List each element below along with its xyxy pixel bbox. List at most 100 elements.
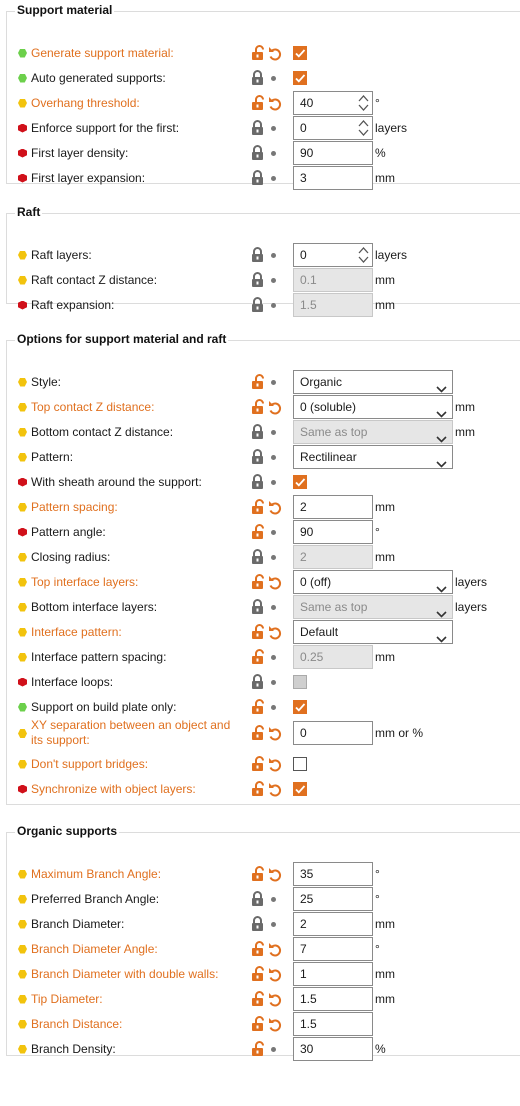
lock-closed-icon[interactable] — [251, 548, 264, 568]
lock-closed-icon[interactable] — [251, 119, 264, 139]
setting-icons — [251, 169, 287, 189]
lock-open-icon[interactable] — [251, 373, 264, 393]
setting-icons — [251, 573, 287, 593]
green-mode-icon — [18, 48, 27, 58]
lock-closed-icon[interactable] — [251, 246, 264, 266]
lock-open-icon[interactable] — [251, 648, 264, 668]
lock-closed-icon[interactable] — [251, 915, 264, 935]
setting-input: 2 — [293, 544, 373, 569]
undo-arrow-icon[interactable] — [268, 756, 282, 775]
lock-open-icon[interactable] — [251, 755, 264, 775]
setting-input[interactable]: 30 — [293, 1036, 373, 1061]
lock-open-icon[interactable] — [251, 865, 264, 885]
unit-label: mm — [455, 424, 475, 439]
setting-input[interactable]: 90 — [293, 519, 373, 544]
setting-input[interactable]: 0 — [293, 115, 373, 140]
lock-open-icon[interactable] — [251, 573, 264, 593]
lock-closed-icon[interactable] — [251, 598, 264, 618]
spin-arrows-icon[interactable] — [358, 94, 369, 112]
lock-closed-icon[interactable] — [251, 169, 264, 189]
undo-arrow-icon[interactable] — [268, 866, 282, 885]
setting-input[interactable]: 0 — [293, 721, 373, 745]
setting-row-branch-density: Branch Density: 30% — [7, 1036, 520, 1061]
lock-closed-icon[interactable] — [251, 673, 264, 693]
lock-open-icon[interactable] — [251, 1015, 264, 1035]
spin-arrows-icon[interactable] — [358, 119, 369, 137]
lock-open-icon[interactable] — [251, 398, 264, 418]
setting-input[interactable]: 7 — [293, 936, 373, 961]
setting-row-interface-loops: Interface loops: — [7, 669, 520, 694]
lock-open-icon[interactable] — [251, 940, 264, 960]
undo-arrow-icon[interactable] — [268, 399, 282, 418]
dropdown-value: 0 (off) — [300, 574, 332, 589]
lock-open-icon[interactable] — [251, 94, 264, 114]
unit-label: mm — [375, 991, 395, 1006]
setting-dropdown[interactable]: Organic — [293, 369, 453, 394]
yellow-mode-icon — [18, 994, 27, 1004]
undo-arrow-icon[interactable] — [268, 966, 282, 985]
lock-open-icon[interactable] — [251, 698, 264, 718]
lock-open-icon[interactable] — [251, 1040, 264, 1060]
dropdown-value: Same as top — [300, 599, 368, 614]
setting-dropdown[interactable]: 0 (soluble) — [293, 394, 453, 419]
lock-closed-icon[interactable] — [251, 448, 264, 468]
undo-arrow-icon[interactable] — [268, 991, 282, 1010]
lock-open-icon[interactable] — [251, 990, 264, 1010]
lock-open-icon[interactable] — [251, 44, 264, 64]
bullet-icon — [271, 429, 276, 435]
lock-open-icon[interactable] — [251, 965, 264, 985]
setting-dropdown: Same as top — [293, 594, 453, 619]
bullet-icon — [271, 252, 276, 258]
setting-input[interactable]: 1.5 — [293, 1011, 373, 1036]
lock-closed-icon[interactable] — [251, 144, 264, 164]
undo-arrow-icon[interactable] — [268, 499, 282, 518]
undo-arrow-icon[interactable] — [268, 624, 282, 643]
setting-input[interactable]: 1 — [293, 961, 373, 986]
setting-checkbox[interactable] — [293, 474, 307, 489]
setting-checkbox[interactable] — [293, 756, 307, 771]
red-mode-icon — [18, 784, 27, 794]
undo-arrow-icon[interactable] — [268, 781, 282, 800]
setting-label: Branch Diameter Angle: — [31, 941, 158, 956]
undo-arrow-icon[interactable] — [268, 941, 282, 960]
setting-input[interactable]: 2 — [293, 494, 373, 519]
setting-dropdown[interactable]: Default — [293, 619, 453, 644]
setting-checkbox[interactable] — [293, 70, 307, 85]
lock-closed-icon[interactable] — [251, 271, 264, 291]
undo-arrow-icon[interactable] — [268, 45, 282, 64]
setting-input[interactable]: 2 — [293, 911, 373, 936]
setting-input[interactable]: 25 — [293, 886, 373, 911]
setting-dropdown[interactable]: 0 (off) — [293, 569, 453, 594]
setting-row-tip-diameter: Tip Diameter: 1.5 mm — [7, 986, 520, 1011]
yellow-mode-icon — [18, 502, 27, 512]
lock-closed-icon[interactable] — [251, 296, 264, 316]
setting-input[interactable]: 1.5 — [293, 986, 373, 1011]
lock-open-icon[interactable] — [251, 780, 264, 800]
lock-open-icon[interactable] — [251, 725, 264, 744]
red-mode-icon — [18, 173, 27, 183]
unit-label: ° — [375, 941, 380, 956]
setting-input[interactable]: 40 — [293, 90, 373, 115]
lock-closed-icon[interactable] — [251, 473, 264, 493]
lock-closed-icon[interactable] — [251, 890, 264, 910]
lock-open-icon[interactable] — [251, 623, 264, 643]
setting-input[interactable]: 35 — [293, 861, 373, 886]
setting-checkbox[interactable] — [293, 781, 307, 796]
setting-checkbox[interactable] — [293, 45, 307, 60]
yellow-mode-icon — [18, 602, 27, 612]
undo-arrow-icon[interactable] — [268, 95, 282, 114]
unit-label: mm — [375, 499, 395, 514]
lock-open-icon[interactable] — [251, 498, 264, 518]
lock-closed-icon[interactable] — [251, 423, 264, 443]
lock-closed-icon[interactable] — [251, 69, 264, 89]
undo-arrow-icon[interactable] — [268, 725, 282, 744]
setting-dropdown[interactable]: Rectilinear — [293, 444, 453, 469]
setting-input[interactable]: 0 — [293, 242, 373, 267]
setting-input[interactable]: 3 — [293, 165, 373, 190]
setting-input[interactable]: 90 — [293, 140, 373, 165]
lock-open-icon[interactable] — [251, 523, 264, 543]
setting-checkbox[interactable] — [293, 699, 307, 714]
undo-arrow-icon[interactable] — [268, 1016, 282, 1035]
undo-arrow-icon[interactable] — [268, 574, 282, 593]
spin-arrows-icon[interactable] — [358, 246, 369, 264]
